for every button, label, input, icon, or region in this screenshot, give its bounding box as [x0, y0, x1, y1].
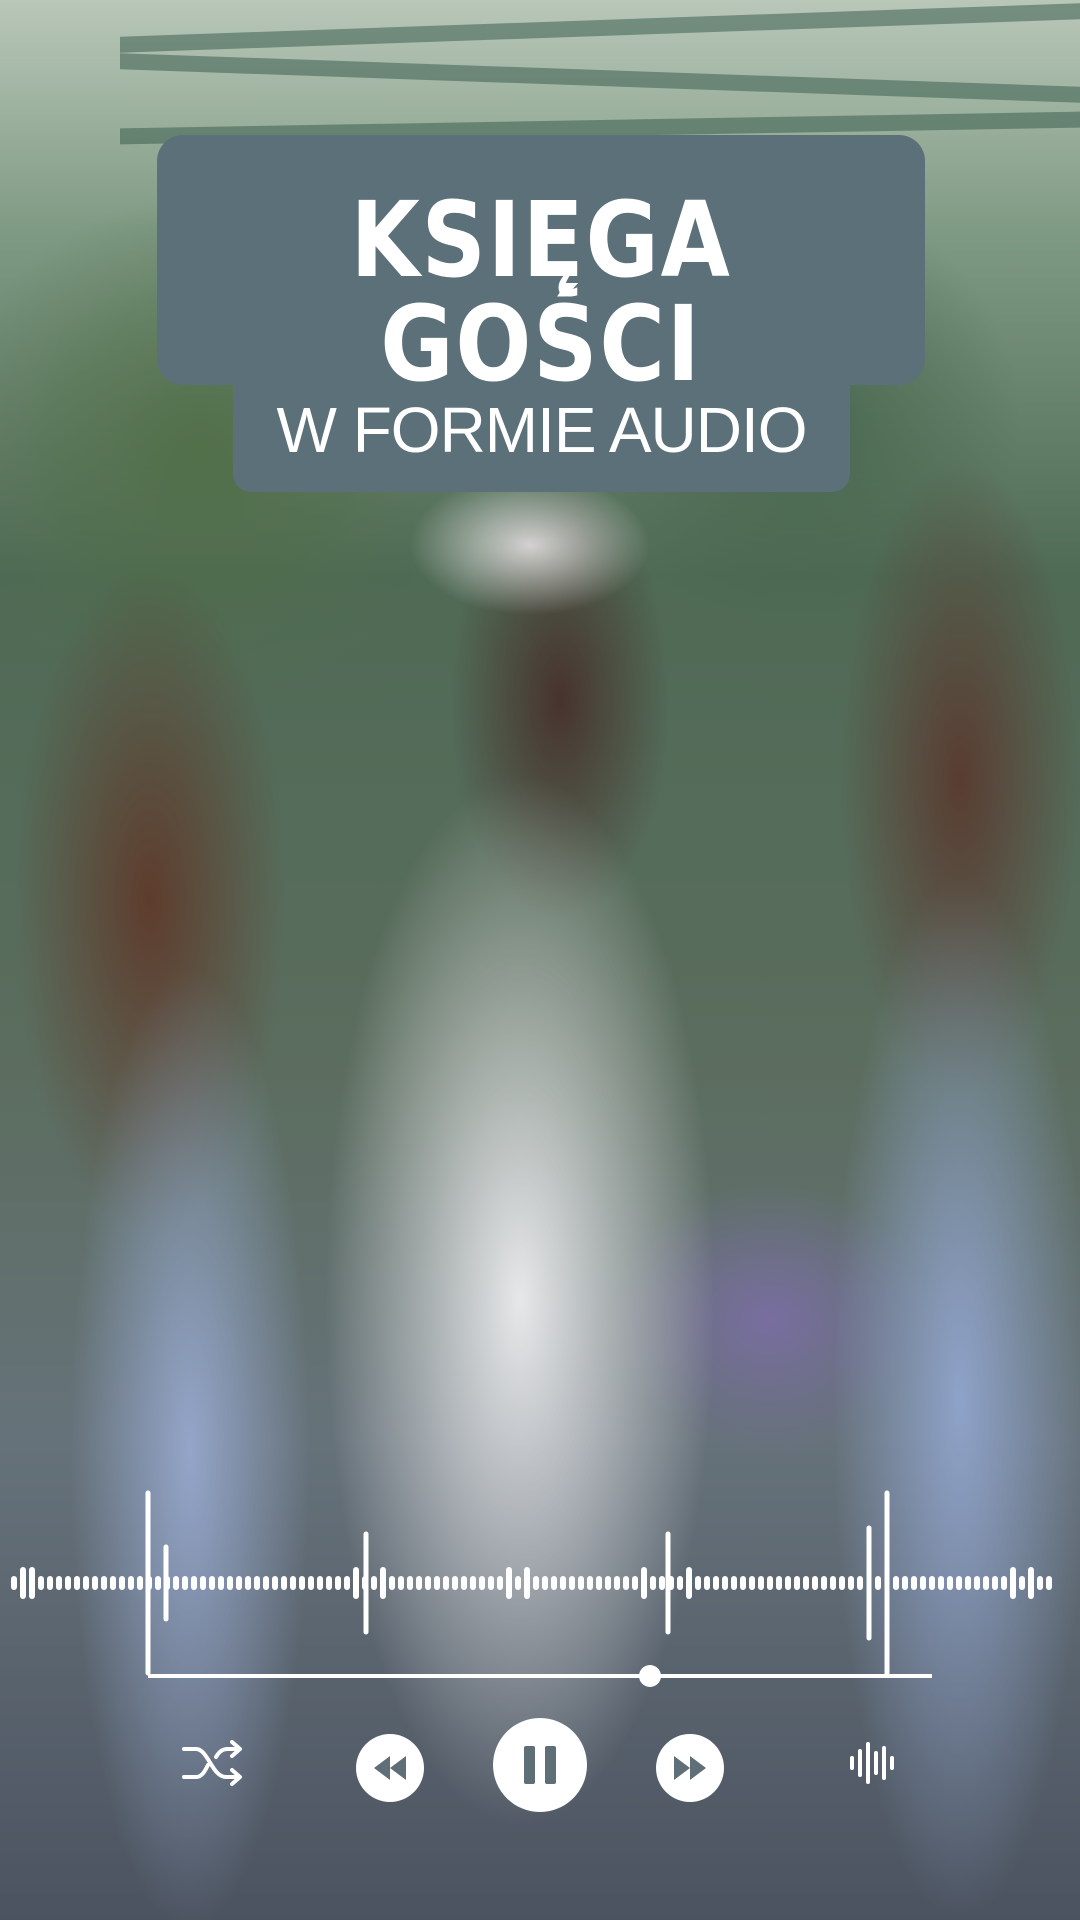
pause-button[interactable] [493, 1718, 587, 1812]
pergola-beam [120, 53, 1080, 103]
pergola-beam [120, 3, 1080, 53]
shuffle-button[interactable] [178, 1735, 252, 1791]
title-text: KSIĘGA GOŚCI [350, 179, 732, 405]
soundwave-button[interactable] [846, 1737, 898, 1789]
subtitle-text: W FORMIE AUDIO [276, 394, 808, 466]
fast-forward-button[interactable] [656, 1734, 724, 1802]
rewind-icon [374, 1756, 406, 1780]
progress-knob[interactable] [638, 1665, 661, 1687]
shuffle-icon [182, 1740, 242, 1786]
rewind-button[interactable] [356, 1734, 424, 1802]
soundwave-icon [850, 1742, 894, 1784]
fast-forward-icon [674, 1756, 706, 1780]
story-canvas: KSIĘGA GOŚCI W FORMIE AUDIO [0, 0, 1080, 1920]
audio-waveform[interactable] [0, 1480, 1080, 1700]
progress-bar[interactable] [148, 1665, 932, 1687]
pause-icon [524, 1746, 556, 1784]
